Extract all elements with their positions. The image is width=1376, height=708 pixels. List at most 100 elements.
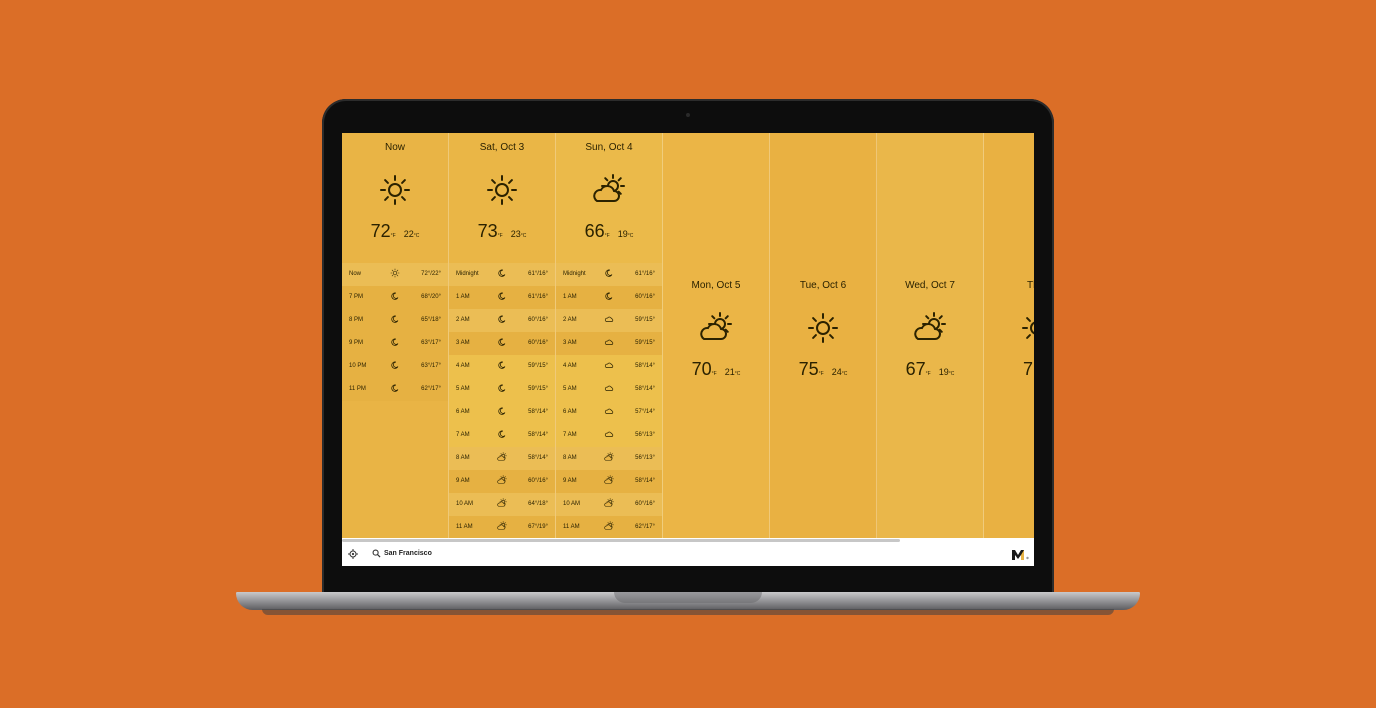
scrollbar-thumb[interactable] (342, 539, 900, 542)
hour-time: 9 AM (456, 478, 470, 484)
day-temperature: 67°F 19°C (877, 359, 983, 380)
hour-temp: 60°/16° (635, 294, 655, 300)
hour-temp: 61°/16° (635, 271, 655, 277)
hour-row[interactable]: 10 AM 64°/18° (449, 493, 555, 516)
unit-celsius: °C (413, 233, 420, 239)
hour-temp: 61°/16° (528, 271, 548, 277)
hour-temp: 56°/13° (635, 432, 655, 438)
hour-row[interactable]: 5 AM 59°/15° (449, 378, 555, 401)
unit-celsius: °C (734, 371, 741, 377)
hour-time: 11 AM (456, 524, 473, 530)
hour-row[interactable]: Midnight 61°/16° (556, 263, 662, 286)
hour-row[interactable]: 8 AM 58°/14° (449, 447, 555, 470)
partly-cloudy-icon (604, 521, 614, 530)
moon-icon (605, 292, 613, 300)
hour-temp: 58°/14° (635, 363, 655, 369)
hour-row[interactable]: Now 72°/22° (342, 263, 448, 286)
hour-row[interactable]: 2 AM 60°/16° (449, 309, 555, 332)
hour-row[interactable]: 9 AM 58°/14° (556, 470, 662, 493)
day-label: Now (384, 142, 405, 153)
day-column[interactable]: Thu, 71 (984, 133, 1034, 538)
search-input[interactable]: San Francisco (384, 550, 432, 557)
moon-icon (498, 430, 506, 438)
hour-temp: 63°/17° (421, 340, 441, 346)
location-icon[interactable] (348, 549, 358, 559)
day-column[interactable]: Sat, Oct 3 73°F 23°C Midnight 61°/16° 1 AM 61°… (449, 133, 556, 539)
camera-dot (686, 113, 690, 117)
hour-time: 1 AM (456, 294, 470, 300)
hour-row[interactable]: 11 AM 67°/19° (449, 516, 555, 539)
hour-row[interactable]: 11 AM 62°/17° (556, 516, 662, 539)
hour-row[interactable]: 4 AM 58°/14° (556, 355, 662, 378)
cloud-icon (604, 408, 614, 414)
partly-cloudy-icon (700, 312, 732, 340)
temp-celsius: 19 (938, 367, 949, 377)
hour-row[interactable]: 8 AM 56°/13° (556, 447, 662, 470)
hour-row[interactable]: 2 AM 59°/15° (556, 309, 662, 332)
moon-icon (498, 315, 506, 323)
day-temperature: 72°F 22°C (342, 221, 448, 242)
sun-icon (487, 175, 517, 205)
sun-icon (1022, 317, 1034, 339)
hour-row[interactable]: 6 AM 57°/14° (556, 401, 662, 424)
temp-fahrenheit: 67 (905, 359, 926, 379)
hour-row[interactable]: 10 PM 63°/17° (342, 355, 448, 378)
hour-row[interactable]: 3 AM 60°/16° (449, 332, 555, 355)
hour-temp: 58°/14° (635, 478, 655, 484)
hour-row[interactable]: 7 AM 58°/14° (449, 424, 555, 447)
hour-row[interactable]: Midnight 61°/16° (449, 263, 555, 286)
day-column[interactable]: Tue, Oct 6 75°F 24°C (770, 133, 877, 538)
temp-fahrenheit: 71 (1022, 359, 1034, 379)
search-icon[interactable] (372, 549, 381, 558)
day-column[interactable]: Wed, Oct 7 67°F 19°C (877, 133, 984, 538)
hour-row[interactable]: 1 AM 60°/16° (556, 286, 662, 309)
partly-cloudy-icon (497, 475, 507, 484)
temp-fahrenheit: 75 (798, 359, 819, 379)
hour-time: 9 PM (349, 340, 364, 346)
hour-row[interactable]: 8 PM 65°/18° (342, 309, 448, 332)
day-label: Wed, Oct 7 (905, 280, 955, 291)
day-column[interactable]: Mon, Oct 5 70°F 21°C (663, 133, 770, 538)
cloud-icon (604, 385, 614, 391)
hour-time: 11 AM (563, 524, 580, 530)
hour-time: 8 PM (349, 317, 364, 323)
hour-row[interactable]: 1 AM 61°/16° (449, 286, 555, 309)
cloud-icon (604, 362, 614, 368)
hour-row[interactable]: 6 AM 58°/14° (449, 401, 555, 424)
cloud-icon (604, 316, 614, 322)
moon-icon (498, 338, 506, 346)
moon-icon (498, 292, 506, 300)
day-temperature: 73°F 23°C (449, 221, 555, 242)
hour-temp: 65°/18° (421, 317, 441, 323)
hour-row[interactable]: 11 PM 62°/17° (342, 378, 448, 401)
day-label: Mon, Oct 5 (691, 280, 741, 291)
hour-row[interactable]: 4 AM 59°/15° (449, 355, 555, 378)
hour-temp: 58°/14° (528, 409, 548, 415)
moon-icon (498, 384, 506, 392)
hour-row[interactable]: 9 PM 63°/17° (342, 332, 448, 355)
hour-temp: 56°/13° (635, 455, 655, 461)
day-column[interactable]: Now 72°F 22°C Now 72°/22° 7 PM 68°/20° 8 PM 65°/… (342, 133, 449, 538)
hour-time: 11 PM (349, 386, 366, 392)
moon-icon (391, 315, 399, 323)
partly-cloudy-icon (604, 475, 614, 484)
hour-row[interactable]: 7 PM 68°/20° (342, 286, 448, 309)
moon-icon (498, 361, 506, 369)
day-column[interactable]: Sun, Oct 4 66°F 19°C Midnight 61°/16° 1 AM 60°… (556, 133, 663, 539)
unit-celsius: °C (520, 233, 527, 239)
hour-time: 4 AM (456, 363, 470, 369)
moon-icon (605, 269, 613, 277)
hour-row[interactable]: 9 AM 60°/16° (449, 470, 555, 493)
hour-row[interactable]: 7 AM 56°/13° (556, 424, 662, 447)
hour-time: 7 PM (349, 294, 364, 300)
hour-row[interactable]: 5 AM 58°/14° (556, 378, 662, 401)
hour-time: 9 AM (563, 478, 577, 484)
hour-temp: 72°/22° (421, 271, 441, 277)
temp-celsius: 23 (510, 229, 521, 239)
hour-row[interactable]: 10 AM 60°/16° (556, 493, 662, 516)
hour-row[interactable]: 3 AM 59°/15° (556, 332, 662, 355)
hour-time: 10 AM (563, 501, 581, 507)
hour-time: 10 PM (349, 363, 367, 369)
sun-icon (380, 175, 410, 205)
day-temperature: 70°F 21°C (663, 359, 769, 380)
